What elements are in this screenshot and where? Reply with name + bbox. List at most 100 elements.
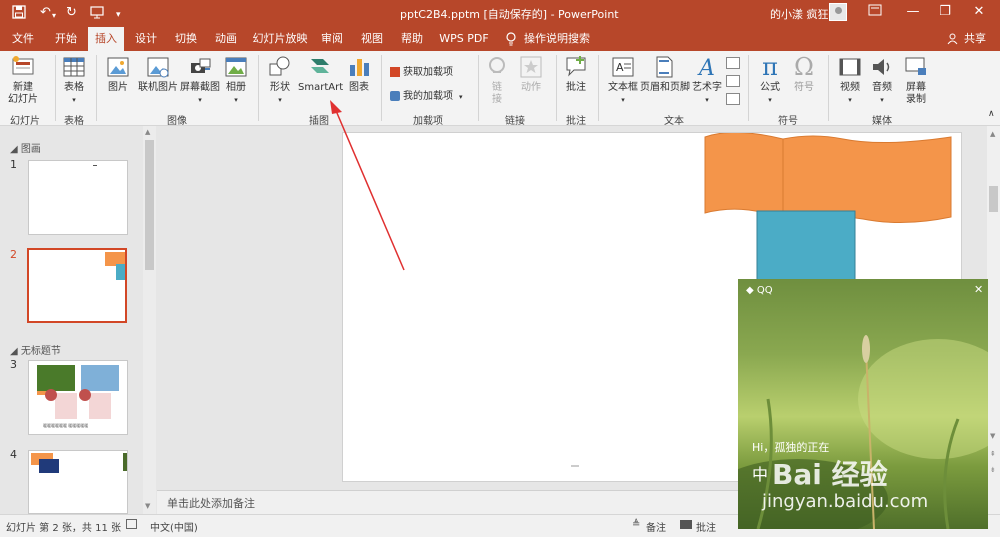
smartart-button[interactable]: SmartArt xyxy=(298,55,343,94)
separator xyxy=(478,55,479,121)
redo-icon[interactable]: ↻ xyxy=(66,5,77,21)
screen-record-icon xyxy=(904,55,928,79)
notes-icon[interactable]: ≜ xyxy=(632,519,640,530)
baidu-watermark: Bai 经验 xyxy=(772,458,888,491)
video-button[interactable]: 视频 ▾ xyxy=(836,55,864,106)
tab-animations[interactable]: 动画 xyxy=(210,27,242,51)
restore-button[interactable]: ❐ xyxy=(934,4,956,19)
pi-icon: π xyxy=(762,53,778,81)
slide-thumbnail-2[interactable] xyxy=(27,248,127,323)
section-header[interactable]: ◢ 无标题节 xyxy=(10,342,61,357)
title-bar: ↶ ▾ ↻ ▾ pptC2B4.pptm [自动保存的] - PowerPoin… xyxy=(0,0,1000,27)
comment-button[interactable]: 批注 xyxy=(562,55,590,94)
group-label: 符号 xyxy=(778,116,798,127)
group-label: 媒体 xyxy=(872,116,892,127)
chart-icon xyxy=(347,55,371,79)
qq-notification-popup[interactable]: ◆ QQ ✕ Hi，孤独的正在 中 Bai 经验 jingyan.baidu.c… xyxy=(738,279,988,529)
group-label: 幻灯片 xyxy=(10,116,40,127)
screen-recording-button[interactable]: 屏幕 录制 xyxy=(902,55,930,106)
scroll-up-icon[interactable]: ▲ xyxy=(145,128,150,136)
date-time-icon[interactable] xyxy=(726,57,740,69)
comments-icon[interactable] xyxy=(680,520,692,529)
orange-wave-flag-left xyxy=(704,133,784,220)
scroll-down-icon[interactable]: ▼ xyxy=(145,502,150,510)
slide-thumbnail-3[interactable]: 暖暖暖暖暖暖 暖暖暖暖暖 xyxy=(28,360,128,435)
separator xyxy=(748,55,749,121)
share-button[interactable]: 共享 xyxy=(962,27,988,51)
action-button[interactable]: 动作 xyxy=(516,55,546,94)
close-button[interactable]: ✕ xyxy=(968,4,990,19)
comments-toggle[interactable]: 批注 xyxy=(696,519,716,534)
tab-file[interactable]: 文件 xyxy=(8,27,38,51)
slide-number-icon[interactable] xyxy=(726,75,740,87)
tab-view[interactable]: 视图 xyxy=(356,27,388,51)
picture-icon xyxy=(106,55,130,79)
chart-button[interactable]: 图表 xyxy=(346,55,372,94)
online-pictures-button[interactable]: 联机图片 xyxy=(138,55,178,94)
scroll-thumb[interactable] xyxy=(145,140,154,270)
tab-transitions[interactable]: 切换 xyxy=(170,27,202,51)
photo-album-button[interactable]: 相册 ▾ xyxy=(222,55,250,106)
table-icon xyxy=(62,55,86,79)
next-slide-icon[interactable]: ⇟ xyxy=(990,466,996,474)
object-icon[interactable] xyxy=(726,93,740,105)
prev-slide-icon[interactable]: ⇞ xyxy=(990,450,996,458)
avatar[interactable] xyxy=(829,3,847,21)
album-icon xyxy=(224,55,248,79)
scroll-down-icon[interactable]: ▼ xyxy=(990,432,995,440)
shapes-button[interactable]: 形状 ▾ xyxy=(266,55,294,106)
table-button[interactable]: 表格 ▾ xyxy=(60,55,88,106)
window-title: pptC2B4.pptm [自动保存的] - PowerPoint xyxy=(400,8,619,21)
scroll-up-icon[interactable]: ▲ xyxy=(990,130,995,138)
slide-number: 1 xyxy=(10,158,17,171)
notes-placeholder[interactable]: 单击此处添加备注 xyxy=(167,495,255,511)
slide-thumbnail-1[interactable] xyxy=(28,160,128,235)
section-header[interactable]: ◢ 图画 xyxy=(10,140,41,155)
wordart-button[interactable]: A 艺术字 ▾ xyxy=(692,55,722,106)
undo-icon[interactable]: ↶ xyxy=(40,5,51,21)
get-addins-button[interactable]: 获取加载项 xyxy=(390,63,453,78)
tab-design[interactable]: 设计 xyxy=(130,27,162,51)
screenshot-button[interactable]: 屏幕截图 ▾ xyxy=(180,55,220,106)
lightbulb-icon[interactable] xyxy=(504,27,518,51)
undo-dropdown-icon[interactable]: ▾ xyxy=(52,8,56,24)
collapse-ribbon-icon[interactable]: ∧ xyxy=(988,109,995,119)
tab-help[interactable]: 帮助 xyxy=(396,27,428,51)
scroll-thumb[interactable] xyxy=(989,186,998,212)
tab-insert[interactable]: 插入 xyxy=(88,27,124,51)
new-slide-button[interactable]: 新建 幻灯片 xyxy=(6,55,40,106)
tab-wps-pdf[interactable]: WPS PDF xyxy=(436,27,492,51)
group-label: 表格 xyxy=(64,116,84,127)
tab-review[interactable]: 审阅 xyxy=(316,27,348,51)
spellcheck-icon[interactable] xyxy=(126,519,137,529)
tab-slideshow[interactable]: 幻灯片放映 xyxy=(250,27,310,51)
present-from-start-icon[interactable] xyxy=(90,5,104,24)
user-name[interactable]: 的小漾 疯狂 xyxy=(770,6,829,22)
slide-thumbnail-4[interactable] xyxy=(28,450,128,514)
tell-me-search[interactable]: 操作说明搜索 xyxy=(524,27,590,51)
audio-button[interactable]: 音频 ▾ xyxy=(868,55,896,106)
link-button[interactable]: 链 接 xyxy=(484,55,510,106)
baidu-watermark-url: jingyan.baidu.com xyxy=(762,491,929,512)
comment-icon xyxy=(564,55,588,79)
customize-qat-icon[interactable]: ▾ xyxy=(116,7,121,23)
textbox-button[interactable]: A 文本框 ▾ xyxy=(606,55,640,106)
separator xyxy=(598,55,599,121)
tab-home[interactable]: 开始 xyxy=(50,27,82,51)
save-icon[interactable] xyxy=(12,5,26,24)
group-label: 图像 xyxy=(167,116,187,127)
equation-button[interactable]: π 公式 ▾ xyxy=(756,55,784,106)
ribbon-display-options-icon[interactable] xyxy=(864,3,886,21)
notes-toggle[interactable]: 备注 xyxy=(646,519,666,534)
share-person-icon[interactable] xyxy=(946,27,958,51)
header-footer-button[interactable]: 页眉和页脚 xyxy=(640,55,690,94)
video-icon xyxy=(838,55,862,79)
minimize-button[interactable]: — xyxy=(902,4,924,19)
editor-scrollbar[interactable]: ▲ ▼ ⇞ ⇟ xyxy=(987,126,1000,514)
qq-close-button[interactable]: ✕ xyxy=(974,283,983,296)
language-indicator[interactable]: 中文(中国) xyxy=(150,519,198,534)
symbol-button[interactable]: Ω 符号 xyxy=(790,55,818,94)
picture-button[interactable]: 图片 xyxy=(104,55,132,94)
slide-counter: 幻灯片 第 2 张，共 11 张 xyxy=(6,523,121,534)
thumbnail-scrollbar[interactable]: ▲ ▼ xyxy=(143,126,156,514)
